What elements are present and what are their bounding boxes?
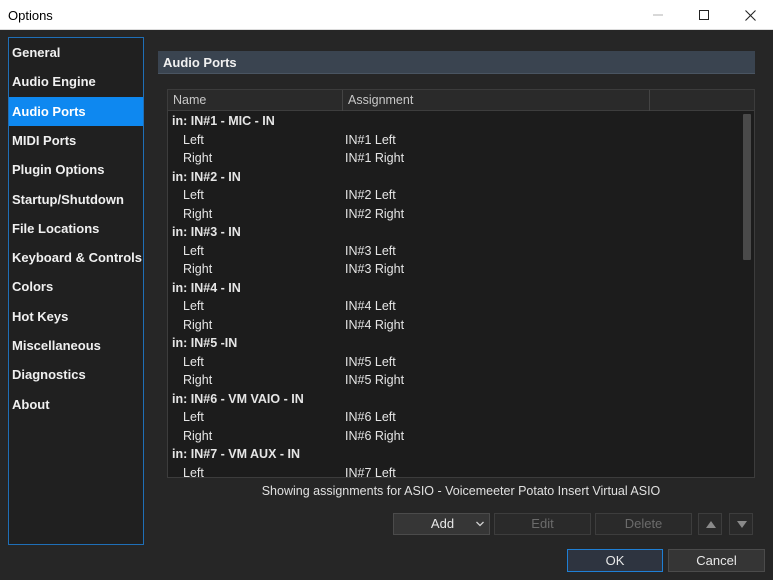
- table-row[interactable]: in: IN#2 - IN: [168, 168, 738, 187]
- column-header-empty: [650, 90, 754, 111]
- row-assignment: IN#3 Left: [345, 243, 396, 258]
- row-name: Left: [183, 132, 204, 147]
- row-assignment: IN#7 Left: [345, 465, 396, 478]
- close-button[interactable]: [727, 0, 773, 30]
- sidebar-item-file-locations[interactable]: File Locations: [9, 214, 143, 243]
- triangle-up-icon: [706, 521, 716, 528]
- row-name: Right: [183, 317, 213, 332]
- table-row[interactable]: Right IN#3 Right: [168, 260, 738, 279]
- row-name: in: IN#1 - MIC - IN: [172, 114, 275, 128]
- table-row[interactable]: Left IN#1 Left: [168, 131, 738, 150]
- scrollbar-thumb[interactable]: [743, 114, 751, 260]
- row-name: in: IN#5 -IN: [172, 336, 238, 350]
- row-name: Right: [183, 373, 213, 387]
- row-assignment: IN#3 Right: [345, 262, 405, 276]
- table-row[interactable]: in: IN#4 - IN: [168, 279, 738, 298]
- sidebar-item-startup-shutdown[interactable]: Startup/Shutdown: [9, 185, 143, 214]
- row-name: Left: [183, 354, 204, 369]
- table-row[interactable]: in: IN#7 - VM AUX - IN: [168, 445, 738, 464]
- row-name: in: IN#4 - IN: [172, 280, 241, 295]
- row-assignment: IN#5 Left: [345, 354, 396, 369]
- column-header-name[interactable]: Name: [168, 90, 343, 111]
- vertical-scrollbar[interactable]: [740, 112, 754, 477]
- cancel-button[interactable]: Cancel: [668, 549, 765, 572]
- table-row[interactable]: Right IN#6 Right: [168, 427, 738, 446]
- table-row[interactable]: in: IN#3 - IN: [168, 223, 738, 242]
- row-assignment: IN#5 Right: [345, 373, 405, 387]
- sidebar-item-audio-ports[interactable]: Audio Ports: [9, 96, 143, 126]
- port-assignment-list[interactable]: Name Assignment in: IN#1 - MIC - IN Left…: [167, 89, 755, 478]
- sidebar-item-keyboard-controls[interactable]: Keyboard & Controls: [9, 243, 143, 272]
- row-name: Left: [183, 188, 204, 202]
- row-name: Right: [183, 151, 213, 165]
- row-name: Right: [183, 262, 213, 276]
- row-name: in: IN#2 - IN: [172, 169, 241, 184]
- edit-button[interactable]: Edit: [494, 513, 591, 535]
- table-row[interactable]: Left IN#2 Left: [168, 186, 738, 205]
- sidebar-item-hot-keys[interactable]: Hot Keys: [9, 302, 143, 331]
- table-row[interactable]: Left IN#3 Left: [168, 242, 738, 261]
- move-down-button[interactable]: [729, 513, 753, 535]
- row-assignment: IN#2 Left: [345, 188, 396, 202]
- table-row[interactable]: Right IN#4 Right: [168, 316, 738, 335]
- table-row[interactable]: in: IN#1 - MIC - IN: [168, 112, 738, 131]
- panel-title: Audio Ports: [163, 55, 237, 70]
- row-name: in: IN#6 - VM VAIO - IN: [172, 391, 304, 406]
- chevron-down-icon: [476, 521, 484, 527]
- maximize-button[interactable]: [681, 0, 727, 30]
- row-name: in: IN#3 - IN: [172, 225, 241, 239]
- table-row[interactable]: Left IN#6 Left: [168, 408, 738, 427]
- sidebar-item-miscellaneous[interactable]: Miscellaneous: [9, 331, 143, 360]
- row-assignment: IN#2 Right: [345, 206, 405, 221]
- delete-button[interactable]: Delete: [595, 513, 692, 535]
- sidebar-item-about[interactable]: About: [9, 390, 143, 419]
- row-name: Left: [183, 299, 204, 313]
- table-row[interactable]: Left IN#4 Left: [168, 297, 738, 316]
- table-row[interactable]: Right IN#1 Right: [168, 149, 738, 168]
- panel-header: Audio Ports: [158, 51, 755, 74]
- table-row[interactable]: Right IN#2 Right: [168, 205, 738, 224]
- maximize-icon: [699, 10, 709, 20]
- row-assignment: IN#1 Left: [345, 132, 396, 147]
- sidebar-item-general[interactable]: General: [9, 38, 143, 67]
- sidebar-item-audio-engine[interactable]: Audio Engine: [9, 67, 143, 96]
- row-assignment: IN#4 Left: [345, 299, 396, 313]
- row-name: Left: [183, 465, 204, 478]
- add-button[interactable]: Add: [393, 513, 490, 535]
- row-assignment: IN#4 Right: [345, 317, 405, 332]
- sidebar-item-colors[interactable]: Colors: [9, 272, 143, 301]
- triangle-down-icon: [737, 521, 747, 528]
- close-icon: [744, 9, 756, 21]
- row-assignment: IN#1 Right: [345, 151, 405, 165]
- table-row[interactable]: in: IN#5 -IN: [168, 334, 738, 353]
- sidebar-item-diagnostics[interactable]: Diagnostics: [9, 360, 143, 389]
- row-assignment: IN#6 Left: [345, 410, 396, 424]
- options-sidebar: General Audio Engine Audio Ports MIDI Po…: [8, 37, 144, 545]
- row-name: Left: [183, 243, 204, 258]
- minimize-icon: [653, 14, 663, 16]
- sidebar-item-plugin-options[interactable]: Plugin Options: [9, 155, 143, 184]
- table-row[interactable]: Left IN#7 Left: [168, 464, 738, 478]
- column-header-assignment[interactable]: Assignment: [343, 90, 650, 111]
- row-name: in: IN#7 - VM AUX - IN: [172, 447, 301, 461]
- assignment-status-text: Showing assignments for ASIO - Voicemeet…: [261, 484, 661, 498]
- minimize-button[interactable]: [635, 0, 681, 30]
- row-name: Right: [183, 206, 213, 221]
- sidebar-item-midi-ports[interactable]: MIDI Ports: [9, 126, 143, 155]
- row-assignment: IN#6 Right: [345, 428, 405, 443]
- window-title: Options: [8, 8, 53, 23]
- ok-button[interactable]: OK: [567, 549, 663, 572]
- title-bar: Options: [0, 0, 773, 30]
- table-row[interactable]: Right IN#5 Right: [168, 371, 738, 390]
- table-row[interactable]: Left IN#5 Left: [168, 353, 738, 372]
- row-name: Right: [183, 428, 213, 443]
- row-name: Left: [183, 410, 204, 424]
- list-header: Name Assignment: [168, 90, 754, 111]
- move-up-button[interactable]: [698, 513, 722, 535]
- table-row[interactable]: in: IN#6 - VM VAIO - IN: [168, 390, 738, 409]
